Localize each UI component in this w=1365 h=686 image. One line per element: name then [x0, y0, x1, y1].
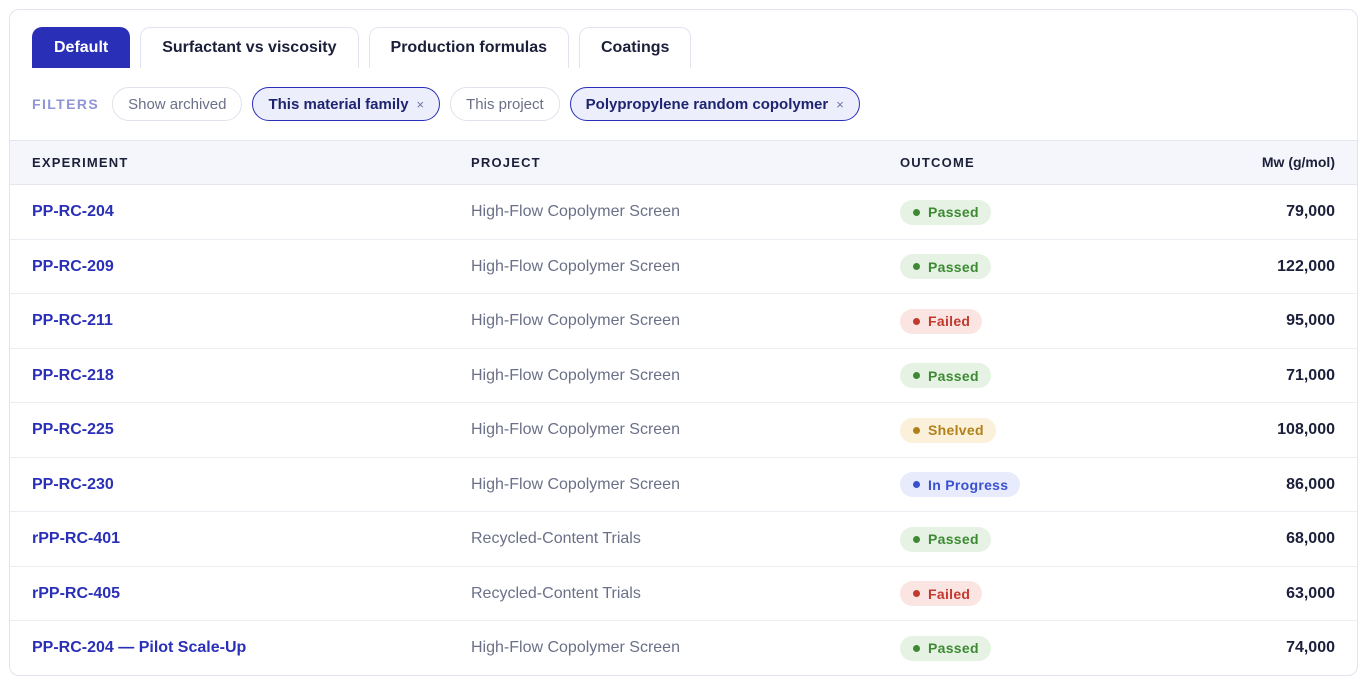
table-row[interactable]: PP-RC-211 High-Flow Copolymer Screen Faile…: [10, 294, 1357, 349]
experiment-link[interactable]: PP-RC-225: [32, 403, 114, 457]
mw-value: 95,000: [1286, 312, 1335, 329]
status-dot-icon: [913, 644, 920, 652]
outcome-cell: Passed: [900, 240, 991, 294]
status-badge: Passed: [900, 199, 991, 225]
table-row[interactable]: PP-RC-230 High-Flow Copolymer Screen In Pr…: [10, 458, 1357, 512]
status-badge: Passed: [900, 363, 991, 388]
experiments-panel: Default Surfactant vs viscosity Producti…: [9, 9, 1358, 676]
outcome-cell: Passed: [900, 349, 991, 403]
mw-value: 79,000: [1286, 203, 1335, 220]
status-label: Failed: [928, 313, 971, 329]
status-label: Passed: [928, 531, 979, 547]
tab-coatings[interactable]: Coatings: [578, 27, 692, 68]
table-row[interactable]: PP-RC-209 High-Flow Copolymer Screen Passe…: [10, 240, 1357, 294]
close-icon[interactable]: ×: [417, 97, 425, 112]
filters-label: FILTERS: [32, 96, 100, 112]
status-dot-icon: [913, 590, 920, 597]
status-label: Passed: [928, 204, 979, 220]
mw-value: 68,000: [1286, 530, 1335, 547]
project-name: High-Flow Copolymer Screen: [471, 203, 680, 220]
view-tabs: Default Surfactant vs viscosity Producti…: [32, 27, 692, 68]
filter-chip-label: Show archived: [128, 95, 227, 113]
experiment-link[interactable]: PP-RC-204 — Pilot Scale-Up: [32, 621, 246, 675]
status-dot-icon: [913, 317, 920, 325]
tab-production-formulas[interactable]: Production formulas: [368, 27, 569, 68]
project-name: High-Flow Copolymer Screen: [471, 421, 680, 438]
table-row[interactable]: rPP-RC-401 Recycled-Content Trials Passed 6…: [10, 512, 1357, 567]
experiment-link[interactable]: rPP-RC-405: [32, 567, 120, 621]
filter-chip-this-material-family[interactable]: This material family ×: [252, 87, 441, 121]
filter-chip-show-archived[interactable]: Show archived: [112, 87, 243, 121]
outcome-cell: Passed: [900, 185, 991, 239]
outcome-cell: Failed: [900, 567, 983, 621]
experiment-link[interactable]: PP-RC-218: [32, 349, 114, 403]
status-badge: Passed: [900, 526, 991, 552]
status-badge: Passed: [900, 254, 991, 279]
experiment-link[interactable]: PP-RC-204: [32, 185, 114, 239]
mw-value: 86,000: [1286, 475, 1335, 493]
status-label: Passed: [928, 258, 979, 275]
table-row[interactable]: PP-RC-218 High-Flow Copolymer Screen Passe…: [10, 349, 1357, 403]
column-header-experiment[interactable]: EXPERIMENT: [32, 141, 129, 184]
status-badge: Failed: [900, 308, 983, 334]
status-badge: In Progress: [900, 472, 1021, 497]
status-label: Shelved: [928, 422, 984, 438]
experiment-link[interactable]: PP-RC-211: [32, 294, 113, 348]
mw-value: 63,000: [1286, 584, 1335, 602]
column-header-outcome[interactable]: OUTCOME: [900, 141, 975, 184]
mw-value: 74,000: [1286, 639, 1335, 656]
status-dot-icon: [913, 535, 920, 543]
filter-chip-label: This project: [466, 95, 544, 113]
table-row[interactable]: PP-RC-204 High-Flow Copolymer Screen Passe…: [10, 185, 1357, 240]
project-name: High-Flow Copolymer Screen: [471, 639, 680, 656]
filter-bar: FILTERS Show archived This material fami…: [32, 87, 860, 121]
status-dot-icon: [913, 208, 920, 216]
experiment-link[interactable]: PP-RC-230: [32, 458, 114, 512]
table-header: EXPERIMENT PROJECT OUTCOME Mw (g/mol): [10, 140, 1357, 185]
project-name: High-Flow Copolymer Screen: [471, 366, 680, 384]
table-row[interactable]: PP-RC-204 — Pilot Scale-Up High-Flow Copo…: [10, 621, 1357, 675]
filter-chip-this-project[interactable]: This project: [450, 87, 560, 121]
outcome-cell: Passed: [900, 512, 991, 566]
status-badge: Shelved: [900, 417, 996, 443]
project-name: Recycled-Content Trials: [471, 530, 641, 547]
project-name: High-Flow Copolymer Screen: [471, 475, 680, 493]
mw-value: 108,000: [1277, 421, 1335, 438]
status-badge: Passed: [900, 635, 991, 661]
status-label: Passed: [928, 367, 979, 384]
outcome-cell: Shelved: [900, 403, 996, 457]
project-name: High-Flow Copolymer Screen: [471, 312, 680, 329]
outcome-cell: In Progress: [900, 458, 1021, 512]
mw-value: 71,000: [1286, 366, 1335, 384]
status-label: Failed: [928, 585, 971, 602]
tab-default[interactable]: Default: [32, 27, 131, 68]
project-name: High-Flow Copolymer Screen: [471, 257, 680, 275]
status-dot-icon: [913, 481, 920, 488]
tab-surfactant-vs-viscosity[interactable]: Surfactant vs viscosity: [140, 27, 359, 68]
outcome-cell: Passed: [900, 621, 991, 675]
close-icon[interactable]: ×: [836, 97, 844, 112]
outcome-cell: Failed: [900, 294, 983, 348]
table-body: PP-RC-204 High-Flow Copolymer Screen Passe…: [10, 185, 1357, 675]
mw-value: 122,000: [1277, 257, 1335, 275]
table-row[interactable]: rPP-RC-405 Recycled-Content Trials Failed 6…: [10, 567, 1357, 621]
experiment-link[interactable]: rPP-RC-401: [32, 512, 120, 566]
experiment-link[interactable]: PP-RC-209: [32, 240, 114, 294]
status-label: Passed: [928, 640, 979, 656]
filter-chip-label: This material family: [268, 95, 409, 113]
status-badge: Failed: [900, 581, 983, 606]
filter-chip-label: Polypropylene random copolymer: [585, 95, 829, 113]
project-name: Recycled-Content Trials: [471, 584, 641, 602]
status-label: In Progress: [928, 476, 1009, 493]
status-dot-icon: [913, 426, 920, 434]
filter-chip-polypropylene-random-copolymer[interactable]: Polypropylene random copolymer ×: [569, 87, 860, 121]
column-header-project[interactable]: PROJECT: [471, 141, 541, 184]
status-dot-icon: [913, 263, 920, 270]
status-dot-icon: [913, 372, 920, 379]
table-row[interactable]: PP-RC-225 High-Flow Copolymer Screen Shelv…: [10, 403, 1357, 458]
column-header-mw[interactable]: Mw (g/mol): [1262, 141, 1335, 184]
